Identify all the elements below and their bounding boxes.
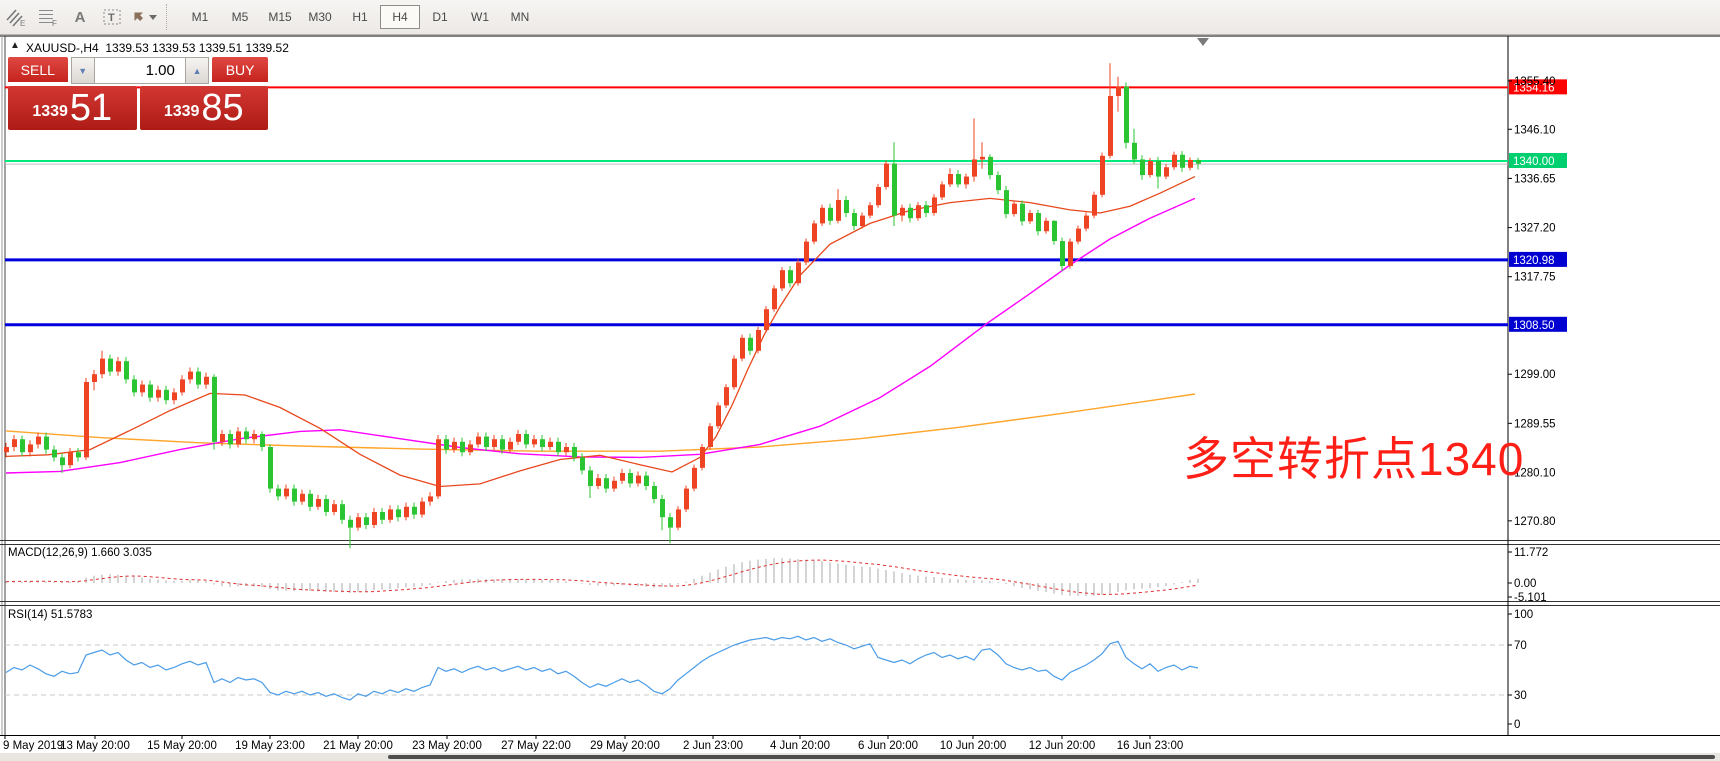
svg-text:12 Jun 20:00: 12 Jun 20:00 [1029,740,1096,752]
svg-text:1346.10: 1346.10 [1514,124,1556,136]
svg-text:1336.65: 1336.65 [1514,173,1556,185]
svg-text:13 May 20:00: 13 May 20:00 [60,740,130,752]
ohlc-quotes: 1339.53 1339.53 1339.51 1339.52 [105,41,289,55]
volume-down-button[interactable]: ▼ [71,57,95,84]
buy-button[interactable]: BUY [212,57,268,84]
svg-text:1317.75: 1317.75 [1514,272,1556,284]
svg-text:21 May 20:00: 21 May 20:00 [323,740,393,752]
buy-price-small: 1339 [164,97,200,127]
svg-text:2 Jun 23:00: 2 Jun 23:00 [683,740,743,752]
volume-up-button[interactable]: ▲ [185,57,209,84]
buy-price-big: 85 [201,89,243,127]
macd-label: MACD(12,26,9) 1.660 3.035 [8,547,152,559]
horizontal-scrollbar-thumb[interactable] [388,755,1715,759]
chart-title: XAUUSD-,H4 1339.53 1339.53 1339.51 1339.… [26,41,289,55]
collapse-trade-panel-icon[interactable]: ▲ [10,40,20,51]
svg-text:-5.101: -5.101 [1514,592,1547,604]
svg-text:11.772: 11.772 [1514,547,1548,559]
svg-text:29 May 20:00: 29 May 20:00 [590,740,660,752]
svg-text:1340.00: 1340.00 [1513,156,1555,168]
sell-price-big: 51 [70,89,112,127]
sell-price-small: 1339 [32,97,68,127]
svg-text:27 May 22:00: 27 May 22:00 [501,740,571,752]
svg-text:0: 0 [1514,719,1520,731]
one-click-trade-panel: SELL ▼ ▲ BUY 1339 51 1339 85 [8,57,268,130]
svg-text:30: 30 [1514,690,1527,702]
svg-text:1270.80: 1270.80 [1514,516,1556,528]
symbol-period: XAUUSD-,H4 [26,41,99,55]
chart-annotation-text: 多空转折点1340 [1183,423,1524,489]
svg-text:15 May 20:00: 15 May 20:00 [147,740,217,752]
rsi-label: RSI(14) 51.5783 [8,609,92,621]
volume-input[interactable] [95,57,185,84]
svg-text:0.00: 0.00 [1514,578,1536,590]
svg-text:100: 100 [1514,609,1533,621]
svg-text:1327.20: 1327.20 [1514,223,1556,235]
svg-text:23 May 20:00: 23 May 20:00 [412,740,482,752]
svg-text:19 May 23:00: 19 May 23:00 [235,740,305,752]
sell-price-box[interactable]: 1339 51 [8,86,137,130]
svg-text:1320.98: 1320.98 [1513,255,1555,267]
svg-text:1308.50: 1308.50 [1513,320,1555,332]
svg-text:70: 70 [1514,640,1527,652]
svg-text:10 Jun 20:00: 10 Jun 20:00 [940,740,1007,752]
svg-text:1355.40: 1355.40 [1514,76,1556,88]
svg-text:16 Jun 23:00: 16 Jun 23:00 [1117,740,1184,752]
svg-text:6 Jun 20:00: 6 Jun 20:00 [858,740,918,752]
mt4-window: { "toolbar": { "icons": ["indicator-line… [0,0,1720,761]
svg-text:4 Jun 20:00: 4 Jun 20:00 [770,740,830,752]
sell-button[interactable]: SELL [8,57,68,84]
buy-price-box[interactable]: 1339 85 [140,86,269,130]
svg-text:1299.00: 1299.00 [1514,369,1556,381]
svg-text:9 May 2019: 9 May 2019 [3,740,63,752]
